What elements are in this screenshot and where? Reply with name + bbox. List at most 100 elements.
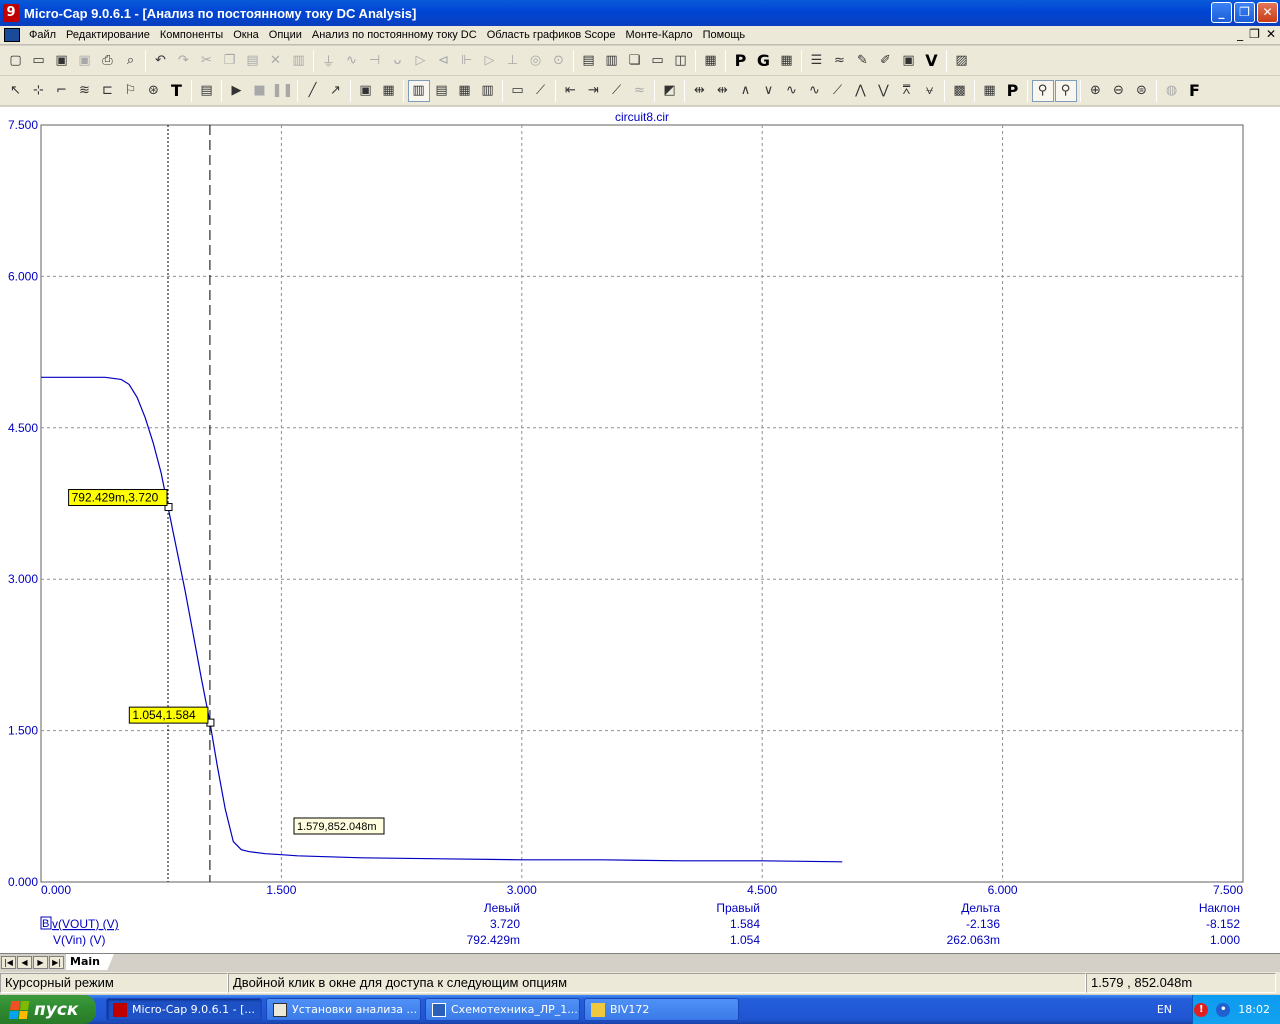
grid4-icon[interactable]: ▥ <box>477 80 499 102</box>
menu-dc-analysis[interactable]: Анализ по постоянному току DC <box>307 29 482 41</box>
microcap-app-icon[interactable]: 9 <box>3 4 19 22</box>
mdi-close-button[interactable]: ✕ <box>1266 27 1276 41</box>
cursor-right-icon[interactable]: ⇹ <box>712 80 734 102</box>
menu-windows[interactable]: Окна <box>228 29 264 41</box>
dc-analysis-chart[interactable]: 0.000 1.500 3.000 4.500 6.000 7.500 0.000 1.500… <box>0 107 1280 953</box>
task-analysis-settings[interactable]: Установки анализа ... <box>266 998 421 1021</box>
high-icon[interactable]: ∿ <box>781 80 803 102</box>
table-icon[interactable]: ▦ <box>378 80 400 102</box>
peak-left-icon[interactable]: ⇤ <box>560 80 582 102</box>
line-icon[interactable]: ╱ <box>302 80 324 102</box>
node-icon[interactable]: ⊏ <box>97 80 119 102</box>
flat-icon[interactable]: ≈ <box>629 80 651 102</box>
delete-icon[interactable]: ✕ <box>265 50 287 72</box>
plot-window[interactable]: 0.000 1.500 3.000 4.500 6.000 7.500 0.000 1.500… <box>0 107 1280 953</box>
menu-scope[interactable]: Область графиков Scope <box>482 29 621 41</box>
menu-edit[interactable]: Редактирование <box>61 29 155 41</box>
text-icon[interactable]: T <box>166 80 188 102</box>
tile-vertical-icon[interactable]: ▥ <box>601 50 623 72</box>
grid-icon[interactable]: ▦ <box>776 50 798 72</box>
grid2-icon[interactable]: ▤ <box>431 80 453 102</box>
valley-icon[interactable]: ∨ <box>758 80 780 102</box>
copy-icon[interactable]: ❐ <box>219 50 241 72</box>
top-icon[interactable]: ⩞ <box>896 80 918 102</box>
chart-icon[interactable]: ◩ <box>659 80 681 102</box>
vd-icon[interactable]: V <box>921 50 943 72</box>
package-icon[interactable]: ▩ <box>949 80 971 102</box>
tab-prev-button[interactable]: ◀ <box>17 955 32 969</box>
f-icon[interactable]: F <box>1184 80 1206 102</box>
battery-icon[interactable]: ⊥ <box>502 50 524 72</box>
menu-components[interactable]: Компоненты <box>155 29 228 41</box>
close-button[interactable]: ✕ <box>1257 2 1278 23</box>
opamp-icon[interactable]: ▷ <box>479 50 501 72</box>
global-high-icon[interactable]: ⋀ <box>850 80 872 102</box>
wire-icon[interactable]: ⌐ <box>51 80 73 102</box>
slope-icon[interactable]: ⟋ <box>606 80 628 102</box>
select-arrow-icon[interactable]: ↖ <box>5 80 27 102</box>
properties-icon[interactable]: ▤ <box>196 80 218 102</box>
diagonal-icon[interactable]: ↗ <box>325 80 347 102</box>
task-microcap[interactable]: Micro-Cap 9.0.6.1 - [... <box>106 998 262 1021</box>
undo-icon[interactable]: ↶ <box>150 50 172 72</box>
cut-icon[interactable]: ✂ <box>196 50 218 72</box>
zoom-in-icon[interactable]: ⊕ <box>1085 80 1107 102</box>
tab-first-button[interactable]: |◀ <box>1 955 16 969</box>
save-icon[interactable]: ▣ <box>51 50 73 72</box>
cursor-mode2-icon[interactable]: ⚲ <box>1054 79 1077 102</box>
point-icon[interactable]: ⊛ <box>143 80 165 102</box>
calculator-icon[interactable]: ▦ <box>700 50 722 72</box>
scope-icon[interactable]: ▣ <box>898 50 920 72</box>
redo-icon[interactable]: ↷ <box>173 50 195 72</box>
cascade-icon[interactable]: ❏ <box>624 50 646 72</box>
language-indicator[interactable]: EN <box>1157 1003 1172 1016</box>
network-icon[interactable]: • <box>1216 1002 1231 1017</box>
source-icon[interactable]: ◎ <box>525 50 547 72</box>
list-icon[interactable]: ☰ <box>806 50 828 72</box>
tab-main[interactable]: Main <box>66 954 114 970</box>
tab-last-button[interactable]: ▶| <box>49 955 64 969</box>
capacitor-icon[interactable]: ⊣ <box>364 50 386 72</box>
component-icon[interactable]: ⊹ <box>28 80 50 102</box>
scale-icon[interactable]: ▭ <box>507 80 529 102</box>
wave-icon[interactable]: ≈ <box>829 50 851 72</box>
low-icon[interactable]: ∿ <box>804 80 826 102</box>
restore-button[interactable]: ❐ <box>1234 2 1255 23</box>
bottom-icon[interactable]: ⩝ <box>919 80 941 102</box>
minimize-button[interactable]: _ <box>1211 2 1232 23</box>
menu-options[interactable]: Опции <box>264 29 307 41</box>
g-icon[interactable]: G <box>753 50 775 72</box>
p-icon[interactable]: P <box>730 50 752 72</box>
menu-monte-carlo[interactable]: Монте-Карло <box>621 29 698 41</box>
select-all-icon[interactable]: ▥ <box>288 50 310 72</box>
peak-icon[interactable]: ∧ <box>735 80 757 102</box>
new-icon[interactable]: ▢ <box>5 50 27 72</box>
menu-help[interactable]: Помощь <box>698 29 751 41</box>
stepping-icon[interactable]: ◍ <box>1161 80 1183 102</box>
mosfet-icon[interactable]: ⊩ <box>456 50 478 72</box>
open-icon[interactable]: ▭ <box>28 50 50 72</box>
print-icon[interactable]: ⎙ <box>97 50 119 72</box>
peak-right-icon[interactable]: ⇥ <box>583 80 605 102</box>
mdi-minimize-button[interactable]: _ <box>1237 27 1243 41</box>
pen-icon[interactable]: ✐ <box>875 50 897 72</box>
ground-icon[interactable]: ⏚ <box>318 50 340 72</box>
diode-icon[interactable]: ▷ <box>410 50 432 72</box>
cursor-mode-icon[interactable]: ⚲ <box>1031 79 1054 102</box>
start-button[interactable]: пуск <box>0 995 96 1024</box>
paste-icon[interactable]: ▤ <box>242 50 264 72</box>
task-folder[interactable]: BIV172 <box>584 998 739 1021</box>
inductor-icon[interactable]: ᴗ <box>387 50 409 72</box>
zoom-out-icon[interactable]: ⊖ <box>1108 80 1130 102</box>
alert-icon[interactable]: ! <box>1194 1002 1209 1017</box>
resistor-icon[interactable]: ∿ <box>341 50 363 72</box>
cursor-left-icon[interactable]: ⇹ <box>689 80 711 102</box>
window-icon[interactable]: ▭ <box>647 50 669 72</box>
tab-next-button[interactable]: ▶ <box>33 955 48 969</box>
box-icon[interactable]: ▣ <box>355 80 377 102</box>
p-tag-icon[interactable]: P <box>1002 80 1024 102</box>
run-icon[interactable]: ▶ <box>226 80 248 102</box>
pause-icon[interactable]: ❚❚ <box>272 80 294 102</box>
global-low-icon[interactable]: ⋁ <box>873 80 895 102</box>
tile-horizontal-icon[interactable]: ▤ <box>578 50 600 72</box>
